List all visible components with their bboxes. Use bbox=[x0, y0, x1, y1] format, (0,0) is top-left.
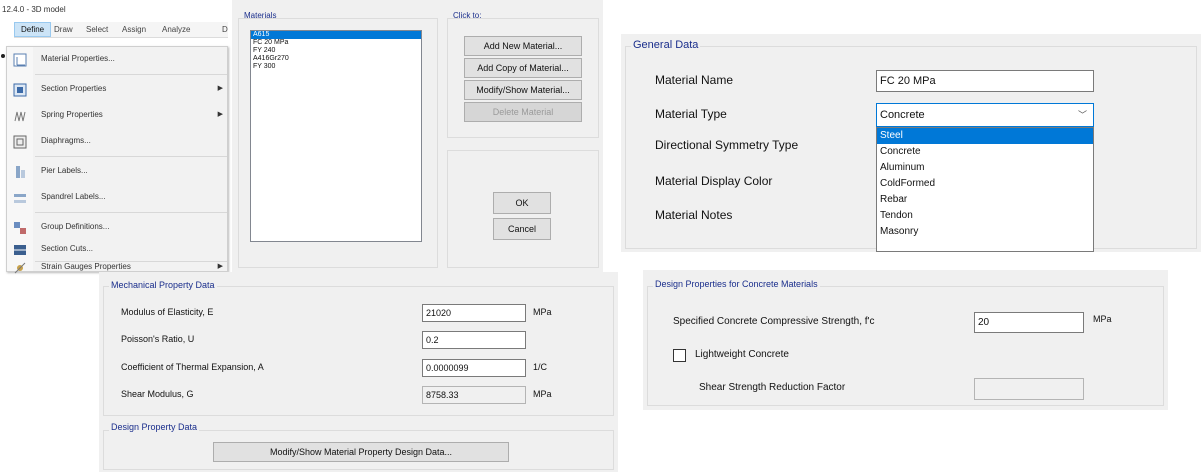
materials-list-item[interactable]: FY 240 bbox=[251, 47, 421, 55]
define-materials-dialog: Materials A615 FC 20 MPa FY 240 A416Gr270 FY… bbox=[232, 0, 603, 272]
menu-define[interactable]: Define bbox=[14, 22, 52, 37]
spring-icon bbox=[13, 109, 27, 123]
materials-list-item[interactable]: FC 20 MPa bbox=[251, 39, 421, 47]
submenu-arrow-icon: ▶ bbox=[217, 263, 223, 270]
menu-item-spandrel-labels[interactable]: Spandrel Labels... bbox=[7, 185, 231, 211]
menu-draw[interactable]: Draw bbox=[54, 25, 73, 34]
mechanical-row-label: Poisson's Ratio, U bbox=[121, 334, 195, 344]
section-icon bbox=[13, 83, 27, 97]
lightweight-label: Lightweight Concrete bbox=[695, 349, 789, 360]
mechanical-row-label: Coefficient of Thermal Expansion, A bbox=[121, 362, 264, 372]
general-data-panel: General Data Material Name FC 20 MPa Mat… bbox=[621, 34, 1201, 252]
material-type-option[interactable]: Concrete bbox=[877, 144, 1093, 160]
mechanical-row-label: Shear Modulus, G bbox=[121, 389, 194, 399]
fc-input[interactable]: 20 bbox=[974, 312, 1084, 333]
menu-d[interactable]: D bbox=[222, 25, 228, 34]
menu-assign[interactable]: Assign bbox=[122, 25, 146, 34]
delete-material-button[interactable]: Delete Material bbox=[464, 102, 582, 122]
materials-list-item[interactable]: FY 300 bbox=[251, 63, 421, 71]
define-dropdown: Material Properties... Section Propertie… bbox=[6, 46, 231, 275]
mechanical-header: Mechanical Property Data bbox=[109, 280, 217, 290]
material-type-option[interactable]: Aluminum bbox=[877, 160, 1093, 176]
menu-item-section-properties[interactable]: Section Properties ▶ bbox=[7, 77, 231, 103]
mechanical-row-value[interactable]: 21020 bbox=[422, 304, 526, 322]
material-type-option[interactable]: Rebar bbox=[877, 192, 1093, 208]
submenu-arrow-icon: ▶ bbox=[217, 111, 223, 118]
group-icon bbox=[13, 221, 27, 235]
mechanical-row-value[interactable]: 8758.33 bbox=[422, 386, 526, 404]
add-copy-material-button[interactable]: Add Copy of Material... bbox=[464, 58, 582, 78]
modify-show-material-button[interactable]: Modify/Show Material... bbox=[464, 80, 582, 100]
materials-list-item[interactable]: A615 bbox=[251, 31, 421, 39]
menu-item-pier-labels[interactable]: Pier Labels... bbox=[7, 159, 231, 185]
mechanical-row-unit: 1/C bbox=[533, 362, 548, 372]
lightweight-checkbox[interactable] bbox=[673, 349, 686, 362]
menu-item-diaphragms[interactable]: Diaphragms... bbox=[7, 129, 231, 155]
material-type-select[interactable]: Concrete ﹀ bbox=[876, 103, 1094, 127]
modify-show-design-data-button[interactable]: Modify/Show Material Property Design Dat… bbox=[213, 442, 509, 462]
concrete-design-header: Design Properties for Concrete Materials bbox=[653, 279, 820, 289]
toolbar-dot-icon bbox=[1, 54, 5, 58]
menu-select[interactable]: Select bbox=[86, 25, 108, 34]
design-property-header: Design Property Data bbox=[109, 422, 200, 432]
fc-unit: MPa bbox=[1093, 314, 1112, 324]
add-new-material-button[interactable]: Add New Material... bbox=[464, 36, 582, 56]
concrete-design-panel: Design Properties for Concrete Materials… bbox=[643, 270, 1168, 410]
window-title: 12.4.0 - 3D model bbox=[2, 5, 66, 14]
material-name-label: Material Name bbox=[655, 73, 734, 87]
shear-factor-label: Shear Strength Reduction Factor bbox=[699, 382, 846, 393]
pier-icon bbox=[13, 165, 27, 179]
material-type-option[interactable]: ColdFormed bbox=[877, 176, 1093, 192]
material-type-option[interactable]: Masonry bbox=[877, 224, 1093, 240]
material-type-value: Concrete bbox=[880, 109, 925, 121]
menu-analyze[interactable]: Analyze bbox=[162, 25, 190, 34]
fc-label: Specified Concrete Compressive Strength,… bbox=[673, 316, 875, 327]
strain-gauge-icon bbox=[13, 261, 27, 275]
materials-list-items: A615 FC 20 MPa FY 240 A416Gr270 FY 300 bbox=[251, 31, 421, 71]
mechanical-row-unit: MPa bbox=[533, 307, 552, 317]
mechanical-row-value[interactable]: 0.0000099 bbox=[422, 359, 526, 377]
mechanical-row-label: Modulus of Elasticity, E bbox=[121, 307, 214, 317]
mechanical-row-value[interactable]: 0.2 bbox=[422, 331, 526, 349]
menu-item-material-properties[interactable]: Material Properties... bbox=[7, 47, 231, 73]
material-type-option[interactable]: Steel bbox=[877, 128, 1093, 144]
material-type-label: Material Type bbox=[655, 107, 727, 121]
general-data-header: General Data bbox=[631, 39, 701, 51]
display-color-label: Material Display Color bbox=[655, 174, 773, 188]
menu-bar: Define Draw Select Assign Analyze D bbox=[14, 22, 228, 38]
define-menu-panel: 12.4.0 - 3D model Define Draw Select Ass… bbox=[0, 0, 231, 275]
materials-list-item[interactable]: A416Gr270 bbox=[251, 55, 421, 63]
material-type-options: Steel Concrete Aluminum ColdFormed Rebar Tend… bbox=[877, 128, 1093, 240]
spandrel-icon bbox=[13, 191, 27, 205]
material-icon bbox=[13, 53, 27, 67]
material-name-input[interactable]: FC 20 MPa bbox=[876, 70, 1094, 92]
material-type-dropdown-list: Steel Concrete Aluminum ColdFormed Rebar Tend… bbox=[876, 127, 1094, 252]
materials-list[interactable]: A615 FC 20 MPa FY 240 A416Gr270 FY 300 bbox=[250, 30, 422, 242]
material-type-option[interactable]: Tendon bbox=[877, 208, 1093, 224]
mechanical-property-panel: Mechanical Property Data Modulus of Elas… bbox=[99, 272, 618, 472]
ok-button[interactable]: OK bbox=[493, 192, 551, 214]
shear-factor-input[interactable] bbox=[974, 378, 1084, 400]
cancel-button[interactable]: Cancel bbox=[493, 218, 551, 240]
diaphragm-icon bbox=[13, 135, 27, 149]
symmetry-type-label: Directional Symmetry Type bbox=[655, 138, 799, 152]
chevron-down-icon: ﹀ bbox=[1077, 110, 1087, 120]
menu-item-spring-properties[interactable]: Spring Properties ▶ bbox=[7, 103, 231, 129]
mechanical-row-unit: MPa bbox=[533, 389, 552, 399]
submenu-arrow-icon: ▶ bbox=[217, 85, 223, 92]
material-notes-label: Material Notes bbox=[655, 208, 733, 222]
